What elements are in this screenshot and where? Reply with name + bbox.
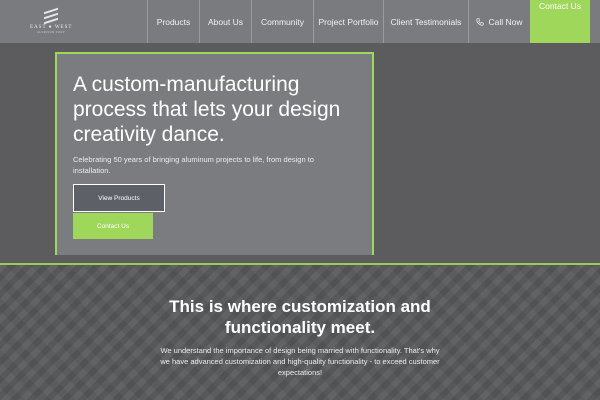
logo-mark-group: EAST ● WEST ALUMINUM CORP <box>30 7 73 34</box>
hero-description: Celebrating 50 years of bringing aluminu… <box>73 155 314 175</box>
customization-section: This is where customization and function… <box>0 265 600 400</box>
logo-subtext: ALUMINUM CORP <box>37 31 66 34</box>
site-logo[interactable]: EAST ● WEST ALUMINUM CORP <box>0 0 147 43</box>
nav-item-community[interactable]: Community <box>251 0 313 43</box>
nav-contact-us-button[interactable]: Contact Us <box>530 0 590 43</box>
top-navigation: EAST ● WEST ALUMINUM CORP Products About… <box>0 0 600 43</box>
nav-item-products[interactable]: Products <box>147 0 199 43</box>
section-description: We understand the importance of design b… <box>160 346 440 377</box>
hero-card: A custom-manufacturing process that lets… <box>55 52 374 255</box>
nav-menu: Products About Us Community Project Port… <box>147 0 590 43</box>
view-products-button[interactable]: View Products <box>73 184 165 212</box>
nav-item-project-portfolio[interactable]: Project Portfolio <box>313 0 383 43</box>
hero-title: A custom-manufacturing process that lets… <box>73 73 341 146</box>
phone-icon <box>476 17 485 26</box>
section-title: This is where customization and function… <box>169 297 431 337</box>
east-west-logo-icon <box>44 7 59 25</box>
call-now-button[interactable]: Call Now <box>468 0 530 43</box>
call-now-label: Call Now <box>488 16 523 27</box>
hero-contact-us-button[interactable]: Contact Us <box>73 213 153 239</box>
nav-item-about-us[interactable]: About Us <box>199 0 251 43</box>
logo-text: EAST ● WEST <box>30 25 73 30</box>
nav-item-client-testimonials[interactable]: Client Testimonials <box>383 0 468 43</box>
